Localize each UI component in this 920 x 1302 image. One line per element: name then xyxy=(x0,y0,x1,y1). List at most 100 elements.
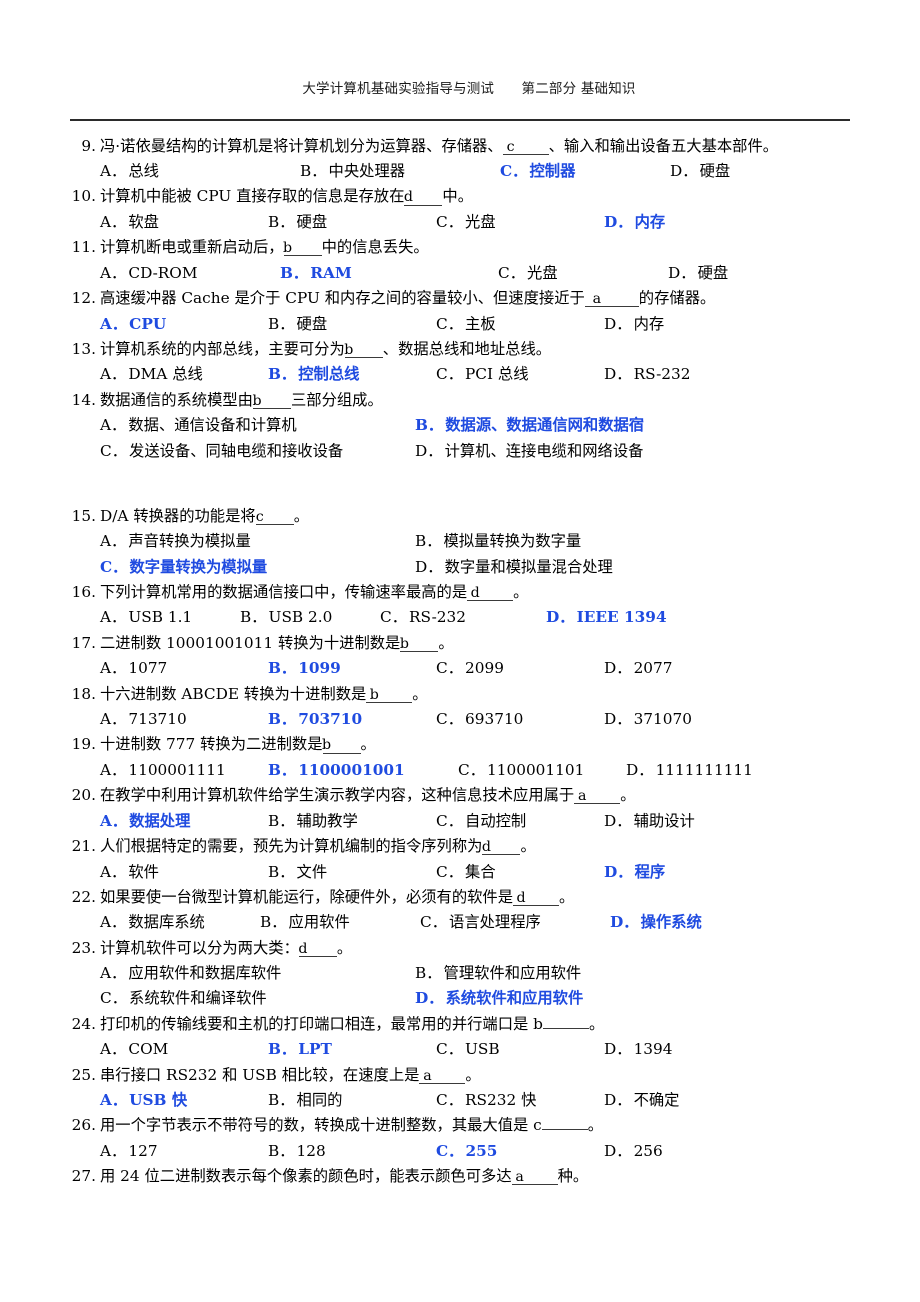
answer-blank[interactable]: b xyxy=(366,687,413,703)
answer-blank[interactable]: c xyxy=(255,510,294,526)
option-a[interactable]: A． USB 1.1 xyxy=(100,606,240,628)
option-d[interactable]: D． IEEE 1394 xyxy=(546,606,667,628)
answer-blank[interactable]: a xyxy=(584,292,639,308)
option-b[interactable]: B． 703710 xyxy=(268,708,436,730)
answer-blank[interactable]: d xyxy=(513,891,560,907)
option-text: 不确定 xyxy=(633,1091,680,1110)
option-a[interactable]: A． USB 快 xyxy=(100,1089,268,1111)
option-d[interactable]: D． 1394 xyxy=(604,1038,673,1060)
option-b[interactable]: B． 辅助教学 xyxy=(268,810,436,832)
option-text: 软盘 xyxy=(128,212,159,231)
option-b[interactable]: B． 应用软件 xyxy=(260,911,420,933)
option-b[interactable]: B． RAM xyxy=(280,262,498,284)
option-b[interactable]: B． 中央处理器 xyxy=(300,160,500,182)
option-c[interactable]: C． 光盘 xyxy=(436,211,604,233)
option-c[interactable]: C． 693710 xyxy=(436,708,604,730)
option-c[interactable]: C． 主板 xyxy=(436,313,604,335)
option-a[interactable]: A． DMA 总线 xyxy=(100,363,268,385)
option-c[interactable]: C． 2099 xyxy=(436,657,604,679)
stem-text-before-blank: 打印机的传输线要和主机的打印端口相连，最常用的并行端口是 b xyxy=(100,1014,543,1033)
option-c[interactable]: C． 集合 xyxy=(436,861,604,883)
option-c[interactable]: C． 发送设备、同轴电缆和接收设备 xyxy=(100,440,415,462)
option-b[interactable]: B． 文件 xyxy=(268,861,436,883)
answer-blank[interactable]: b xyxy=(252,393,291,409)
option-a[interactable]: A． CD-ROM xyxy=(100,262,280,284)
answer-blank[interactable] xyxy=(542,1027,589,1029)
option-c[interactable]: C． 光盘 xyxy=(498,262,668,284)
answer-blank[interactable]: d xyxy=(482,840,521,856)
answer-blank[interactable]: a xyxy=(574,789,621,805)
answer-blank[interactable]: d xyxy=(404,190,443,206)
option-a[interactable]: A． 数据、通信设备和计算机 xyxy=(100,414,415,436)
answer-blank[interactable]: d xyxy=(298,941,337,957)
answer-blank[interactable]: a xyxy=(419,1068,466,1084)
option-a[interactable]: A． 应用软件和数据库软件 xyxy=(100,962,415,984)
option-c[interactable]: C． 自动控制 xyxy=(436,810,604,832)
stem-text-after-blank: 。 xyxy=(438,633,454,652)
question-item: 27. 用 24 位二进制数表示每个像素的颜色时，能表示颜色可多达 a 种。 xyxy=(70,1165,850,1187)
answer-blank[interactable]: b xyxy=(400,637,439,652)
option-d[interactable]: D． 1111111111 xyxy=(626,759,753,781)
option-a[interactable]: A． 总线 xyxy=(100,160,300,182)
option-c[interactable]: C． 255 xyxy=(436,1140,604,1162)
option-b[interactable]: B． 1099 xyxy=(268,657,436,679)
option-a[interactable]: A． 软件 xyxy=(100,861,268,883)
option-d[interactable]: D． 操作系统 xyxy=(610,911,702,933)
option-text: 光盘 xyxy=(465,212,496,231)
option-b[interactable]: B． 控制总线 xyxy=(268,363,436,385)
answer-blank[interactable]: b xyxy=(322,738,361,754)
option-a[interactable]: A． 数据库系统 xyxy=(100,911,260,933)
option-c[interactable]: C． RS232 快 xyxy=(436,1089,604,1111)
question-number: 21. xyxy=(71,837,96,856)
option-c[interactable]: C． 数字量转换为模拟量 xyxy=(100,556,415,578)
option-a[interactable]: A． CPU xyxy=(100,313,268,335)
option-a[interactable]: A． 713710 xyxy=(100,708,268,730)
option-b[interactable]: B． LPT xyxy=(268,1038,436,1060)
option-d[interactable]: D． 计算机、连接电缆和网络设备 xyxy=(415,440,643,462)
option-c[interactable]: C． 1100001101 xyxy=(458,759,626,781)
option-c[interactable]: C． 语言处理程序 xyxy=(420,911,610,933)
option-c[interactable]: C． 控制器 xyxy=(500,160,670,182)
answer-blank[interactable]: b xyxy=(344,343,383,359)
option-d[interactable]: D． 2077 xyxy=(604,657,673,679)
option-a[interactable]: A． 软盘 xyxy=(100,211,268,233)
option-c[interactable]: C． PCI 总线 xyxy=(436,363,604,385)
option-b[interactable]: B． 管理软件和应用软件 xyxy=(415,962,581,984)
option-b[interactable]: B． 模拟量转换为数字量 xyxy=(415,530,581,552)
answer-blank[interactable]: a xyxy=(511,1170,558,1186)
option-a[interactable]: A． 1077 xyxy=(100,657,268,679)
option-b[interactable]: B． 1100001001 xyxy=(268,759,458,781)
option-a[interactable]: A． 1100001111 xyxy=(100,759,268,781)
option-text: RS232 快 xyxy=(465,1091,537,1110)
option-d[interactable]: D． 数字量和模拟量混合处理 xyxy=(415,556,613,578)
option-b[interactable]: B． 数据源、数据通信网和数据宿 xyxy=(415,414,644,436)
answer-blank[interactable]: c xyxy=(502,139,549,155)
option-b[interactable]: B． 相同的 xyxy=(268,1089,436,1111)
option-label: C． xyxy=(436,710,464,729)
option-a[interactable]: A． 声音转换为模拟量 xyxy=(100,530,415,552)
option-d[interactable]: D． 硬盘 xyxy=(668,262,728,284)
option-d[interactable]: D． 硬盘 xyxy=(670,160,730,182)
option-c[interactable]: C． RS-232 xyxy=(380,606,546,628)
option-d[interactable]: D． 辅助设计 xyxy=(604,810,695,832)
option-d[interactable]: D． 不确定 xyxy=(604,1089,679,1111)
option-d[interactable]: D． 371070 xyxy=(604,708,692,730)
option-d[interactable]: D． 程序 xyxy=(604,861,665,883)
option-d[interactable]: D． RS-232 xyxy=(604,363,691,385)
option-a[interactable]: A． COM xyxy=(100,1038,268,1060)
option-b[interactable]: B． USB 2.0 xyxy=(240,606,380,628)
option-b[interactable]: B． 硬盘 xyxy=(268,313,436,335)
option-d[interactable]: D． 系统软件和应用软件 xyxy=(415,987,583,1009)
option-c[interactable]: C． 系统软件和编译软件 xyxy=(100,987,415,1009)
option-d[interactable]: D． 256 xyxy=(604,1140,663,1162)
option-b[interactable]: B． 硬盘 xyxy=(268,211,436,233)
answer-blank[interactable]: d xyxy=(467,586,514,602)
option-d[interactable]: D． 内存 xyxy=(604,313,664,335)
option-a[interactable]: A． 127 xyxy=(100,1140,268,1162)
option-d[interactable]: D． 内存 xyxy=(604,211,665,233)
option-b[interactable]: B． 128 xyxy=(268,1140,436,1162)
option-a[interactable]: A． 数据处理 xyxy=(100,810,268,832)
answer-blank[interactable] xyxy=(541,1129,588,1131)
option-c[interactable]: C． USB xyxy=(436,1038,604,1060)
answer-blank[interactable]: b xyxy=(283,241,322,257)
